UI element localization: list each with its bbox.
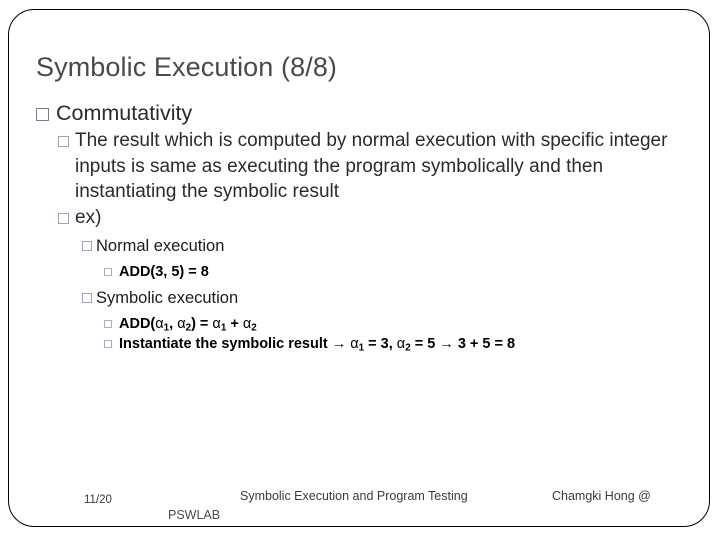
bullet-symbolic-add-formula: ADD(α1, α2) = α1 + α2: [119, 316, 257, 334]
bullet-square-icon: [104, 268, 112, 276]
alpha-symbol: α: [155, 316, 164, 332]
bullet-normal-add-formula: ADD(3, 5) = 8: [119, 264, 209, 280]
footer-course-title: Symbolic Execution and Program Testing: [240, 489, 468, 503]
alpha-symbol: α: [396, 336, 406, 352]
bullet-commutativity: Commutativity: [36, 100, 692, 127]
bullet-instantiate: Instantiate the symbolic result → α1 = 3…: [104, 334, 692, 354]
bullet-square-icon: [82, 241, 92, 251]
alpha-symbol: α: [350, 336, 359, 352]
bullet-instantiate-formula: Instantiate the symbolic result → α1 = 3…: [119, 336, 516, 354]
bullet-square-icon: [58, 136, 69, 147]
footer-author: Chamgki Hong @: [552, 489, 651, 503]
bullet-square-icon: [82, 293, 92, 303]
bullet-definition: The result which is computed by normal e…: [58, 128, 692, 205]
arrow-right-icon: →: [331, 336, 347, 352]
arrow-right-icon: →: [439, 336, 454, 352]
bullet-symbolic-add: ADD(α1, α2) = α1 + α2: [104, 314, 692, 334]
alpha-symbol: α: [177, 316, 186, 332]
bullet-example: ex): [58, 205, 692, 231]
alpha-subscript: 2: [251, 322, 257, 334]
bullet-symbolic-execution-label: Symbolic execution: [96, 289, 239, 307]
footer-page-number: 11/20: [84, 494, 112, 506]
bullet-square-icon: [104, 320, 112, 328]
alpha-symbol: α: [212, 316, 221, 332]
footer-lab-name: PSWLAB: [168, 508, 221, 522]
bullet-normal-add: ADD(3, 5) = 8: [104, 262, 692, 282]
bullet-normal-execution: Normal execution: [82, 235, 692, 257]
bullet-square-icon: [58, 212, 69, 224]
bullet-commutativity-label: Commutativity: [56, 101, 193, 125]
bullet-definition-text: The result which is computed by normal e…: [75, 130, 668, 202]
bullet-normal-execution-label: Normal execution: [96, 237, 225, 255]
slide-title: Symbolic Execution (8/8): [36, 52, 338, 82]
bullet-example-label: ex): [75, 206, 102, 228]
bullet-symbolic-execution: Symbolic execution: [82, 287, 692, 309]
slide-canvas: Symbolic Execution (8/8) Commutativity T…: [0, 0, 720, 540]
bullet-square-icon: [36, 108, 49, 121]
alpha-symbol: α: [242, 316, 252, 332]
bullet-square-icon: [104, 340, 112, 348]
slide-body: Commutativity The result which is comput…: [36, 100, 692, 354]
